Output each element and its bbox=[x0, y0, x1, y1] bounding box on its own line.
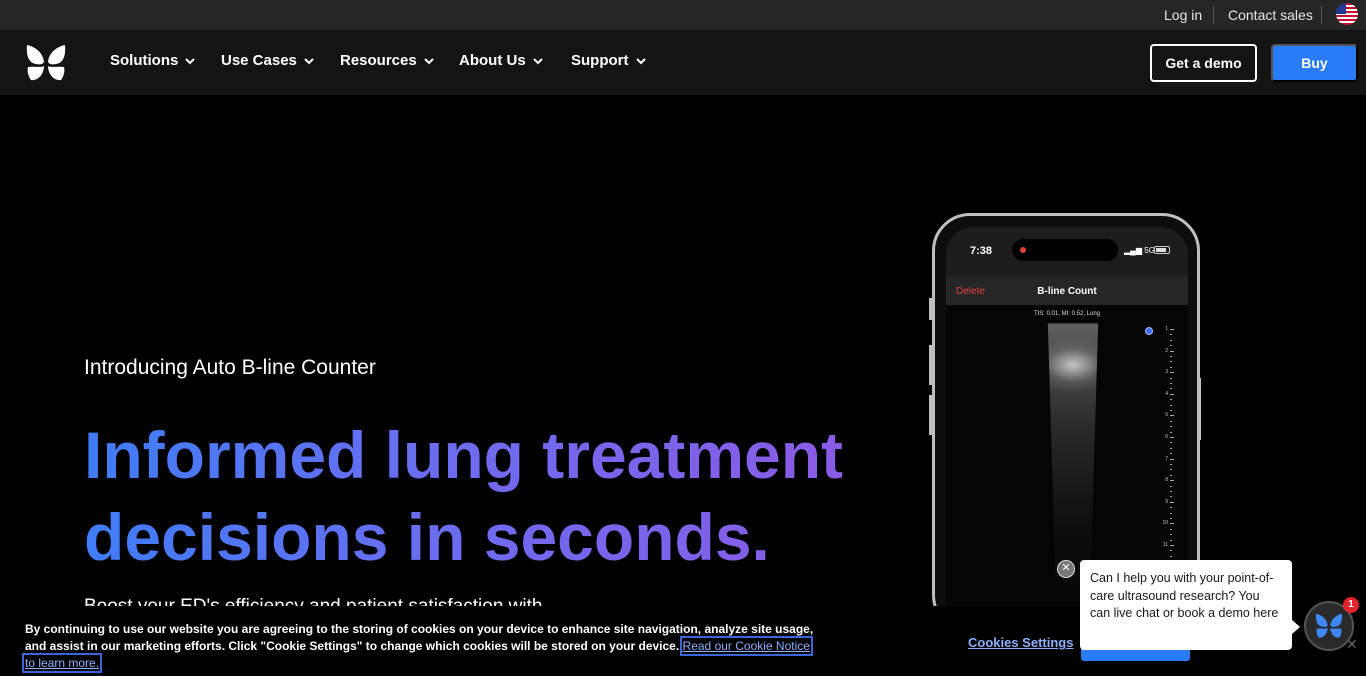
nav-item-label: About Us bbox=[459, 52, 526, 69]
chevron-down-icon bbox=[532, 57, 543, 64]
nav-use-cases[interactable]: Use Cases bbox=[221, 52, 315, 69]
chevron-down-icon bbox=[304, 57, 314, 64]
cookie-text: By continuing to use our website you are… bbox=[22, 621, 815, 673]
ruler-tick-label: 4 bbox=[1165, 390, 1168, 397]
ruler-tick bbox=[1170, 501, 1174, 503]
utility-divider bbox=[1213, 6, 1214, 24]
chevron-down-icon bbox=[424, 57, 434, 64]
ruler-tick bbox=[1170, 507, 1172, 509]
battery-icon bbox=[1154, 246, 1170, 254]
nav-item-label: Resources bbox=[340, 52, 417, 69]
signal-icon: ▂▄▆ 5G bbox=[1124, 246, 1155, 255]
get-a-demo-button[interactable]: Get a demo bbox=[1150, 44, 1257, 82]
ruler-tick bbox=[1170, 420, 1172, 422]
chevron-down-icon bbox=[635, 57, 646, 64]
ruler-tick bbox=[1170, 464, 1172, 465]
ruler-tick bbox=[1170, 426, 1172, 428]
ruler-tick bbox=[1170, 372, 1174, 374]
ruler-tick bbox=[1170, 334, 1172, 336]
ruler-tick bbox=[1170, 356, 1172, 357]
hero-headline: Informed lung treatment decisions in sec… bbox=[84, 414, 844, 578]
hero-eyebrow: Introducing Auto B-line Counter bbox=[84, 356, 376, 379]
cookies-settings-link[interactable]: Cookies Settings bbox=[968, 635, 1073, 650]
ruler-tick bbox=[1170, 377, 1172, 379]
b-line-marker-icon bbox=[1145, 327, 1153, 335]
ruler-tick bbox=[1170, 534, 1172, 536]
nav-resources[interactable]: Resources bbox=[340, 52, 435, 69]
main-nav: Solutions Use Cases Resources About Us S… bbox=[0, 30, 1366, 95]
screen-title: B-line Count bbox=[1037, 286, 1097, 297]
contact-sales-link[interactable]: Contact sales bbox=[1228, 7, 1313, 23]
ruler-tick bbox=[1170, 329, 1174, 330]
ruler-tick bbox=[1170, 404, 1172, 406]
nav-support[interactable]: Support bbox=[571, 52, 647, 69]
ruler-tick-label: 5 bbox=[1165, 412, 1168, 419]
dynamic-island bbox=[1012, 239, 1118, 261]
ruler-tick bbox=[1170, 447, 1172, 449]
ruler-tick bbox=[1170, 512, 1172, 514]
ruler-tick bbox=[1170, 528, 1172, 530]
nav-item-label: Use Cases bbox=[221, 52, 297, 69]
ruler-tick bbox=[1170, 393, 1174, 395]
ruler-tick bbox=[1170, 339, 1172, 341]
ruler-tick bbox=[1170, 453, 1172, 455]
chat-message: Can I help you with your point-of-care u… bbox=[1090, 571, 1279, 620]
ruler-tick bbox=[1170, 496, 1172, 498]
ruler-tick bbox=[1170, 361, 1172, 363]
utility-bar: Log in Contact sales bbox=[0, 0, 1366, 30]
ruler-tick bbox=[1170, 523, 1174, 525]
scan-info: TIS: 0.01, MI: 0.52, Lung bbox=[1033, 311, 1101, 317]
chat-dismiss-icon[interactable]: ✕ bbox=[1057, 560, 1075, 578]
ruler-tick bbox=[1170, 539, 1172, 541]
ruler-tick-label: 2 bbox=[1165, 347, 1168, 354]
ruler-tick bbox=[1170, 545, 1174, 546]
utility-divider bbox=[1321, 6, 1322, 24]
ruler-tick bbox=[1170, 485, 1172, 487]
nav-about-us[interactable]: About Us bbox=[459, 52, 544, 69]
ruler-tick-label: 3 bbox=[1165, 369, 1168, 376]
ruler-tick bbox=[1170, 350, 1174, 352]
ruler-tick bbox=[1170, 491, 1172, 492]
ruler-tick bbox=[1170, 399, 1172, 401]
status-time: 7:38 bbox=[970, 245, 993, 257]
buy-button[interactable]: Buy bbox=[1271, 44, 1358, 82]
nav-item-label: Support bbox=[571, 52, 629, 69]
ruler-tick bbox=[1170, 442, 1172, 444]
record-dot-icon bbox=[1020, 247, 1026, 253]
ruler-tick bbox=[1170, 458, 1174, 460]
butterfly-logo-icon[interactable] bbox=[24, 43, 68, 83]
ruler-tick-label: 8 bbox=[1165, 477, 1168, 484]
butterfly-chat-icon bbox=[1315, 613, 1343, 638]
headline-line-2: decisions in seconds. bbox=[84, 500, 770, 574]
ruler-tick-label: 10 bbox=[1162, 520, 1168, 527]
ruler-tick-label: 9 bbox=[1165, 498, 1168, 505]
ruler-tick-label: 1 bbox=[1165, 326, 1168, 332]
nav-item-label: Solutions bbox=[110, 52, 179, 69]
ruler-tick-label: 7 bbox=[1165, 455, 1168, 462]
ruler-tick bbox=[1170, 437, 1174, 438]
nav-solutions[interactable]: Solutions bbox=[110, 52, 196, 69]
ruler-tick-label: 11 bbox=[1162, 542, 1168, 548]
ruler-tick bbox=[1170, 480, 1174, 482]
ruler-tick bbox=[1170, 345, 1172, 347]
chat-bubble[interactable]: Can I help you with your point-of-care u… bbox=[1080, 560, 1300, 650]
ruler-tick bbox=[1170, 555, 1172, 557]
login-link[interactable]: Log in bbox=[1164, 7, 1202, 23]
us-flag-icon[interactable] bbox=[1336, 3, 1358, 25]
ruler-tick bbox=[1170, 366, 1172, 368]
ruler-tick-label: 6 bbox=[1165, 434, 1168, 440]
chevron-down-icon bbox=[185, 57, 196, 64]
ruler-tick bbox=[1170, 388, 1172, 390]
ruler-tick bbox=[1170, 518, 1172, 519]
ruler-tick bbox=[1170, 415, 1174, 417]
ruler-tick bbox=[1170, 431, 1172, 433]
ruler-tick bbox=[1170, 383, 1172, 384]
ruler-tick bbox=[1170, 410, 1172, 411]
app-header: Delete B-line Count bbox=[946, 277, 1188, 305]
headline-line-1: Informed lung treatment bbox=[84, 418, 844, 492]
ruler-tick bbox=[1170, 550, 1172, 552]
ruler-tick bbox=[1170, 474, 1172, 476]
notification-badge: 1 bbox=[1343, 597, 1359, 613]
ruler-tick bbox=[1170, 469, 1172, 471]
